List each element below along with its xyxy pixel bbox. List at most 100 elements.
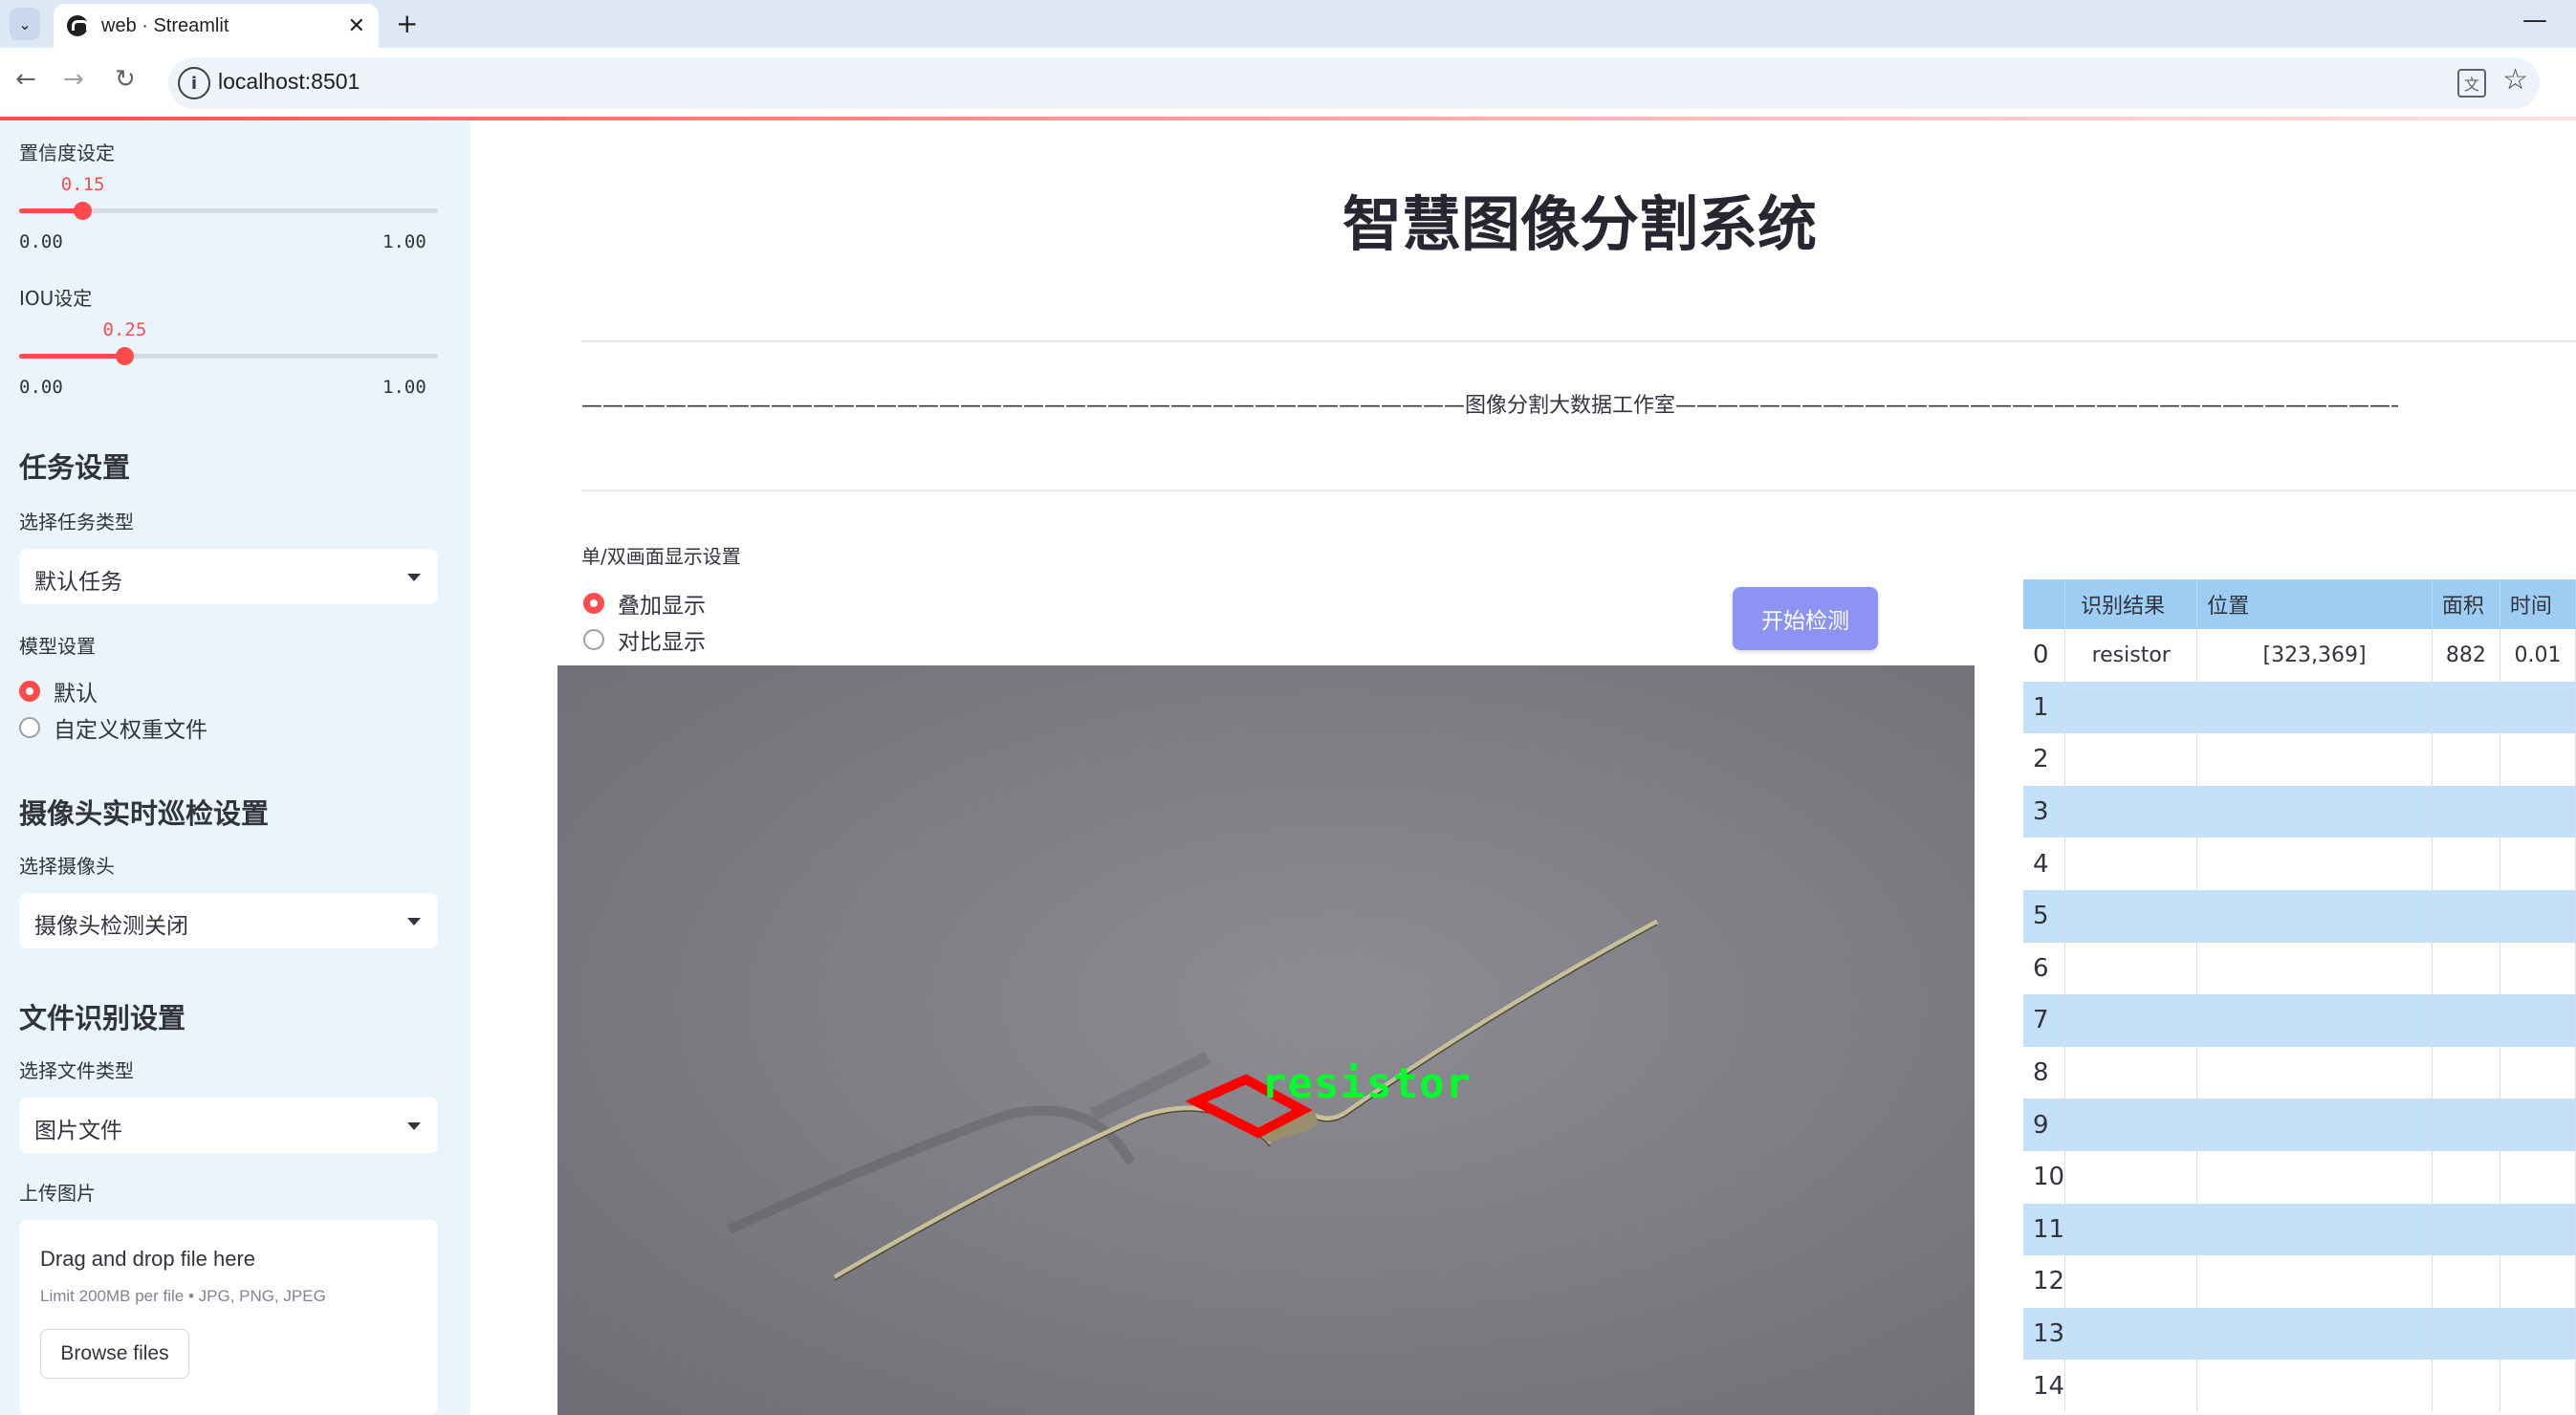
translate-icon[interactable]: 文 <box>2457 69 2486 98</box>
confidence-min: 0.00 <box>19 231 63 252</box>
iou-slider[interactable] <box>19 347 438 365</box>
table-row[interactable]: 14 <box>2023 1360 2576 1412</box>
table-cell <box>2500 681 2576 734</box>
table-row[interactable]: 7 <box>2023 994 2576 1047</box>
table-row[interactable]: 1 <box>2023 681 2576 734</box>
table-row[interactable]: 6 <box>2023 942 2576 995</box>
table-cell <box>2500 1360 2576 1412</box>
table-cell <box>2500 1307 2576 1361</box>
browse-files-button[interactable]: Browse files <box>40 1329 189 1379</box>
task-type-select[interactable]: 默认任务 <box>19 549 438 604</box>
table-row[interactable]: 11 <box>2023 1203 2576 1256</box>
table-cell <box>2064 1307 2198 1361</box>
table-cell <box>2500 838 2576 890</box>
confidence-max: 1.00 <box>382 231 426 252</box>
table-row[interactable]: 0 resistor [323,369] 882 0.01 <box>2023 629 2576 682</box>
back-arrow-icon[interactable]: ← <box>15 65 36 94</box>
page-title: 智慧图像分割系统 <box>1342 189 1817 259</box>
table-row[interactable]: 3 <box>2023 785 2576 838</box>
camera-select[interactable]: 摄像头检测关闭 <box>19 893 438 948</box>
display-option-overlay[interactable]: 叠加显示 <box>583 587 706 620</box>
table-row[interactable]: 12 <box>2023 1255 2576 1308</box>
display-option-compare[interactable]: 对比显示 <box>583 623 706 656</box>
table-cell <box>2500 1150 2576 1204</box>
minimize-window-icon[interactable]: — <box>2522 6 2547 34</box>
table-cell <box>2432 994 2500 1047</box>
task-settings-header: 任务设置 <box>19 451 131 484</box>
reload-icon[interactable]: ↻ <box>115 65 136 94</box>
table-cell: 882 <box>2432 629 2500 682</box>
column-header-area[interactable]: 面积 <box>2432 579 2500 629</box>
table-cell <box>2064 942 2198 995</box>
confidence-slider[interactable] <box>19 202 438 220</box>
row-index: 12 <box>2023 1255 2066 1308</box>
forward-arrow-icon[interactable]: → <box>63 65 84 94</box>
bookmark-star-icon[interactable]: ☆ <box>2502 63 2528 97</box>
table-row[interactable]: 10 <box>2023 1150 2576 1204</box>
resistor-photo <box>557 665 1975 1415</box>
table-cell <box>2432 838 2500 890</box>
divider <box>581 340 2576 342</box>
column-header-result[interactable]: 识别结果 <box>2064 579 2198 629</box>
table-row[interactable]: 5 <box>2023 889 2576 943</box>
row-index: 0 <box>2023 629 2066 682</box>
model-option-custom[interactable]: 自定义权重文件 <box>19 711 207 744</box>
radio-selected-icon[interactable] <box>19 681 40 702</box>
browser-chrome: ⌄ web · Streamlit ✕ + — ← → ↻ i localhos… <box>0 0 2576 117</box>
table-cell <box>2432 1360 2500 1412</box>
table-row[interactable]: 2 <box>2023 733 2576 786</box>
radio-unselected-icon[interactable] <box>583 629 604 650</box>
table-cell <box>2196 942 2433 995</box>
chevron-down-icon <box>407 1122 421 1130</box>
site-info-icon[interactable]: i <box>178 67 210 99</box>
table-cell <box>2500 1046 2576 1099</box>
confidence-slider-thumb[interactable] <box>73 202 92 220</box>
file-type-select[interactable]: 图片文件 <box>19 1098 438 1153</box>
table-cell <box>2064 889 2198 943</box>
table-cell <box>2432 942 2500 995</box>
table-row[interactable]: 13 <box>2023 1307 2576 1361</box>
iou-max: 1.00 <box>382 377 426 398</box>
file-uploader-dropzone[interactable]: Drag and drop file here Limit 200MB per … <box>19 1220 438 1415</box>
new-tab-icon[interactable]: + <box>396 8 418 39</box>
iou-value: 0.25 <box>102 319 147 340</box>
detection-label: resistor <box>1261 1059 1472 1108</box>
close-tab-icon[interactable]: ✕ <box>348 14 365 38</box>
table-cell <box>2196 1255 2433 1308</box>
column-header-time[interactable]: 时间 <box>2500 579 2576 629</box>
column-header-index[interactable] <box>2023 579 2066 629</box>
row-index: 2 <box>2023 733 2066 786</box>
radio-unselected-icon[interactable] <box>19 717 40 738</box>
main-content: 智慧图像分割系统 ———————————————————————————————… <box>470 120 2576 1415</box>
table-cell <box>2064 681 2198 734</box>
table-cell <box>2196 1046 2433 1099</box>
table-cell <box>2196 1360 2433 1412</box>
iou-slider-thumb[interactable] <box>115 347 134 365</box>
detection-image: resistor <box>557 665 1975 1415</box>
address-bar[interactable]: i localhost:8501 文 ☆ <box>168 57 2540 109</box>
model-option-label: 自定义权重文件 <box>54 718 207 743</box>
results-table[interactable]: 识别结果 位置 面积 时间 0 resistor [323,369] 882 0.01 1… <box>2023 579 2576 1415</box>
table-cell <box>2196 838 2433 890</box>
table-row[interactable]: 9 <box>2023 1099 2576 1151</box>
row-index: 14 <box>2023 1360 2066 1412</box>
browser-tab[interactable]: web · Streamlit ✕ <box>54 4 379 48</box>
iou-label: IOU设定 <box>19 287 93 310</box>
table-cell <box>2064 1255 2198 1308</box>
model-option-default[interactable]: 默认 <box>19 675 98 708</box>
table-cell <box>2064 1099 2198 1151</box>
tab-search-chevron-icon[interactable]: ⌄ <box>10 8 40 40</box>
column-header-position[interactable]: 位置 <box>2196 579 2433 629</box>
tab-strip: ⌄ web · Streamlit ✕ + — <box>0 0 2576 48</box>
table-row[interactable]: 4 <box>2023 838 2576 890</box>
url-text[interactable]: localhost:8501 <box>218 69 360 95</box>
row-index: 10 <box>2023 1150 2066 1204</box>
table-row[interactable]: 8 <box>2023 1046 2576 1099</box>
table-cell <box>2432 1099 2500 1151</box>
row-index: 5 <box>2023 889 2066 943</box>
table-cell <box>2196 889 2433 943</box>
table-cell <box>2196 1099 2433 1151</box>
radio-selected-icon[interactable] <box>583 593 604 614</box>
start-detection-button[interactable]: 开始检测 <box>1733 587 1878 650</box>
row-index: 13 <box>2023 1307 2066 1361</box>
